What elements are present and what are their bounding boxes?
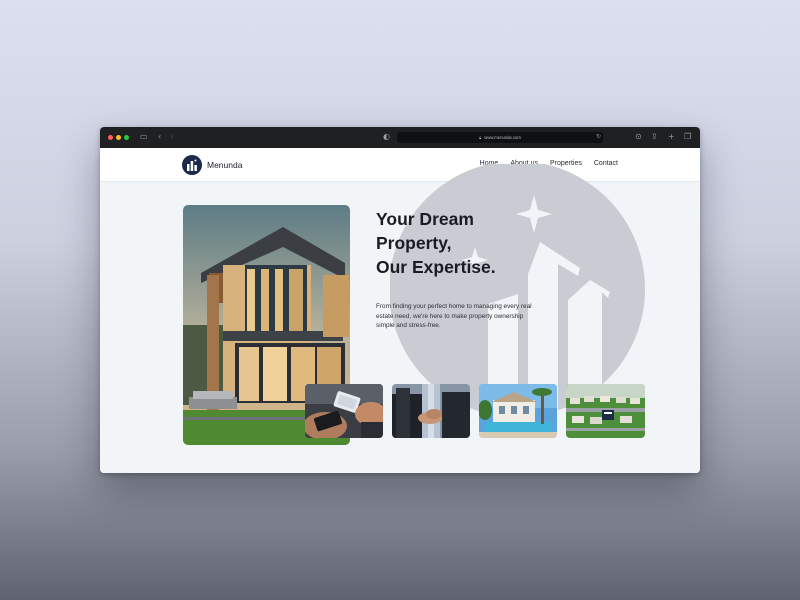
maximize-window-button[interactable] bbox=[124, 135, 129, 140]
browser-titlebar: ▭ ‹ › ◐ 🔒︎ www.menunda.com ↻ ⊙ ⇪ + ❐ bbox=[100, 127, 700, 148]
privacy-shield-icon[interactable]: ◐ bbox=[383, 133, 390, 141]
address-bar[interactable]: 🔒︎ www.menunda.com bbox=[397, 132, 603, 143]
lock-icon: 🔒︎ bbox=[479, 135, 482, 140]
thumb-handshake[interactable] bbox=[392, 384, 470, 438]
hero-headline: Your Dream Property, Our Expertise. bbox=[376, 207, 576, 279]
headline-line-2: Property, bbox=[376, 233, 452, 253]
thumb-neighborhood-aerial[interactable] bbox=[566, 384, 645, 438]
headline-line-1: Your Dream bbox=[376, 209, 474, 229]
logo-emblem-icon bbox=[182, 155, 202, 175]
close-window-button[interactable] bbox=[108, 135, 113, 140]
thumb-mobile-payment[interactable] bbox=[305, 384, 383, 438]
download-icon[interactable]: ⊙ bbox=[635, 133, 642, 141]
back-icon[interactable]: ‹ bbox=[158, 133, 161, 141]
thumb-villa-pool[interactable] bbox=[479, 384, 557, 438]
brand-logo[interactable]: Menunda bbox=[182, 155, 242, 175]
sidebar-toggle-icon[interactable]: ▭ bbox=[140, 133, 148, 141]
share-icon[interactable]: ⇪ bbox=[651, 133, 658, 141]
forward-icon[interactable]: › bbox=[170, 133, 173, 141]
tab-overview-icon[interactable]: ❐ bbox=[684, 133, 691, 141]
browser-window: ▭ ‹ › ◐ 🔒︎ www.menunda.com ↻ ⊙ ⇪ + ❐ Men… bbox=[100, 127, 700, 473]
minimize-window-button[interactable] bbox=[116, 135, 121, 140]
hero-description: From finding your perfect home to managi… bbox=[376, 303, 532, 329]
headline-line-3: Our Expertise. bbox=[376, 257, 496, 277]
website-viewport: Menunda Home About us Properties Contact bbox=[100, 148, 700, 473]
reload-icon[interactable]: ↻ bbox=[596, 134, 601, 140]
new-tab-icon[interactable]: + bbox=[668, 133, 675, 141]
brand-name: Menunda bbox=[207, 160, 243, 170]
url-text: www.menunda.com bbox=[484, 135, 521, 140]
